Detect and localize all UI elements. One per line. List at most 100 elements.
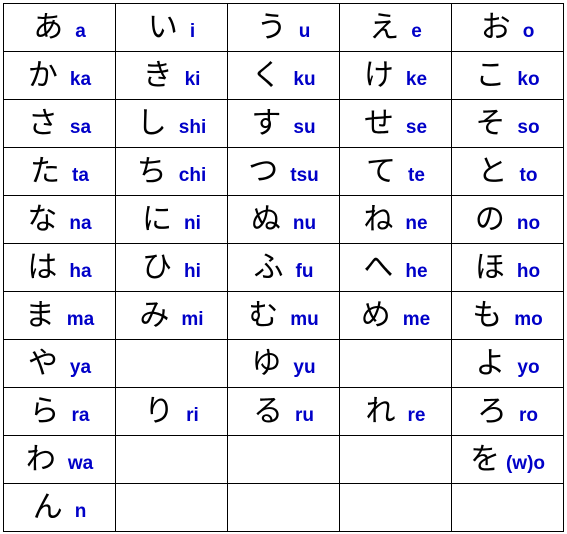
romaji-label: shi xyxy=(178,116,207,138)
kana-glyph: ち xyxy=(136,153,167,189)
romaji-label: n xyxy=(74,500,87,522)
kana-glyph: さ xyxy=(27,105,58,141)
cell-yu: ゆ yu xyxy=(227,339,340,388)
cell-to: と to xyxy=(451,147,564,196)
row-h: は ha ひ hi ふ fu へ he ほ ho xyxy=(3,243,564,292)
kana-glyph: ね xyxy=(363,201,394,237)
cell-mu: む mu xyxy=(227,291,340,340)
cell-i: いi xyxy=(115,3,228,52)
cell-wa: わ wa xyxy=(3,435,116,484)
row-r: ら ra り ri る ru れ re ろ ro xyxy=(3,387,564,436)
cell-he: へ he xyxy=(339,243,452,292)
hiragana-chart-body: あa いi うu えe おo か ka き ki く ku け ke こ ko さ sa し… xyxy=(3,3,564,532)
kana-glyph: て xyxy=(366,153,397,189)
cell-u: うu xyxy=(227,3,340,52)
romaji-label: no xyxy=(516,212,541,234)
cell-fu: ふ fu xyxy=(227,243,340,292)
romaji-label: na xyxy=(69,212,92,234)
kana-glyph: う xyxy=(256,9,287,45)
cell-hi: ひ hi xyxy=(115,243,228,292)
cell-ni: に ni xyxy=(115,195,228,244)
kana-glyph: の xyxy=(474,201,505,237)
cell-ki: き ki xyxy=(115,51,228,100)
kana-glyph: め xyxy=(360,297,391,333)
romaji-label: ta xyxy=(72,164,89,186)
kana-glyph: は xyxy=(27,249,58,285)
cell-me: め me xyxy=(339,291,452,340)
romaji-label: chi xyxy=(178,164,207,186)
romaji-label: i xyxy=(189,20,196,42)
romaji-label: a xyxy=(75,20,86,42)
romaji-label: u xyxy=(298,20,311,42)
kana-glyph: あ xyxy=(33,9,64,45)
cell-no: の no xyxy=(451,195,564,244)
romaji-label: mi xyxy=(181,308,204,330)
romaji-label: su xyxy=(293,116,316,138)
kana-glyph: り xyxy=(144,393,175,429)
cell-re: れ re xyxy=(339,387,452,436)
kana-glyph: み xyxy=(139,297,170,333)
kana-glyph: し xyxy=(136,105,167,141)
cell-ka: か ka xyxy=(3,51,116,100)
kana-glyph: く xyxy=(251,57,282,93)
kana-glyph: つ xyxy=(248,153,279,189)
romaji-label: mu xyxy=(290,308,319,330)
cell-empty xyxy=(227,435,340,484)
cell-ra: ら ra xyxy=(3,387,116,436)
romaji-label: he xyxy=(405,260,428,282)
romaji-label: mo xyxy=(514,308,543,330)
cell-empty xyxy=(451,483,564,532)
romaji-label: (w)o xyxy=(505,452,546,474)
kana-glyph: い xyxy=(147,9,178,45)
kana-glyph: え xyxy=(369,9,400,45)
romaji-label: ma xyxy=(66,308,95,330)
romaji-label: ke xyxy=(405,68,428,90)
kana-glyph: わ xyxy=(25,441,56,477)
cell-nu: ぬ nu xyxy=(227,195,340,244)
cell-ya: や ya xyxy=(3,339,116,388)
romaji-label: yo xyxy=(517,356,540,378)
romaji-label: te xyxy=(408,164,425,186)
kana-glyph: よ xyxy=(475,345,506,381)
cell-na: な na xyxy=(3,195,116,244)
cell-n: んn xyxy=(3,483,116,532)
kana-glyph: け xyxy=(363,57,394,93)
kana-glyph: た xyxy=(30,153,61,189)
kana-glyph: せ xyxy=(363,105,394,141)
kana-glyph: ろ xyxy=(477,393,507,429)
kana-glyph: へ xyxy=(363,249,394,285)
cell-empty xyxy=(339,483,452,532)
cell-ri: り ri xyxy=(115,387,228,436)
romaji-label: ni xyxy=(184,212,201,234)
row-n: な na に ni ぬ nu ね ne の no xyxy=(3,195,564,244)
romaji-label: ho xyxy=(516,260,541,282)
cell-ru: る ru xyxy=(227,387,340,436)
cell-empty xyxy=(227,483,340,532)
cell-su: す su xyxy=(227,99,340,148)
cell-se: せ se xyxy=(339,99,452,148)
cell-empty xyxy=(115,435,228,484)
cell-o: おo xyxy=(451,3,564,52)
kana-glyph: れ xyxy=(365,393,396,429)
kana-glyph: も xyxy=(472,297,503,333)
row-y: や ya ゆ yu よ yo xyxy=(3,339,564,388)
cell-empty xyxy=(339,339,452,388)
romaji-label: ya xyxy=(69,356,92,378)
romaji-label: ki xyxy=(184,68,201,90)
row-m: ま ma み mi む mu め me も mo xyxy=(3,291,564,340)
romaji-label: ra xyxy=(71,404,90,426)
cell-wo: を (w)o xyxy=(451,435,564,484)
romaji-label: me xyxy=(402,308,431,330)
row-vowels: あa いi うu えe おo xyxy=(3,3,564,52)
romaji-label: ku xyxy=(293,68,316,90)
romaji-label: ko xyxy=(517,68,540,90)
row-n-final: んn xyxy=(3,483,564,532)
kana-glyph: ほ xyxy=(474,249,505,285)
cell-so: そ so xyxy=(451,99,564,148)
hiragana-chart: あa いi うu えe おo か ka き ki く ku け ke こ ko さ sa し… xyxy=(3,3,564,532)
row-s: さ sa し shi す su せ se そ so xyxy=(3,99,564,148)
cell-ta: た ta xyxy=(3,147,116,196)
kana-glyph: そ xyxy=(475,105,506,141)
romaji-label: yu xyxy=(293,356,316,378)
romaji-label: ha xyxy=(69,260,92,282)
